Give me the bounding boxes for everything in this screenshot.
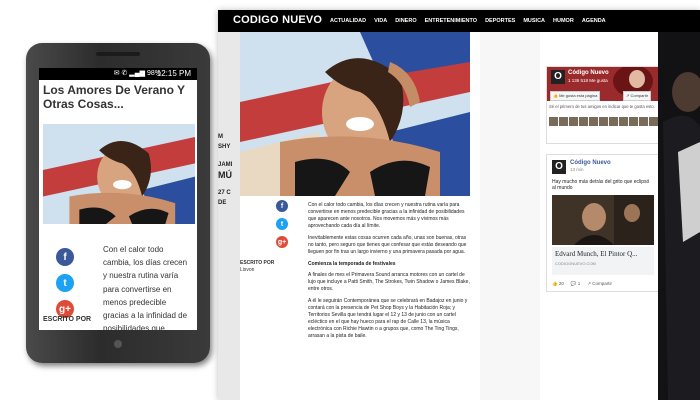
menu-item-deportes[interactable]: Deportes bbox=[485, 18, 515, 24]
sidebar: O Código Nuevo 1 136 518 Me gusta 👍 Me g… bbox=[540, 32, 660, 400]
avatar[interactable] bbox=[629, 117, 638, 126]
fb-share-button[interactable]: ↗ Compartir bbox=[623, 91, 652, 101]
phone-article-body: Con el calor todo cambia, los días crece… bbox=[103, 245, 188, 330]
author-byline: ESCRITO POR Lisvon bbox=[240, 260, 300, 274]
status-bar: ✉ ✆ ▂▄▆ 98% 12:15 PM bbox=[39, 68, 197, 80]
fb-page-logo[interactable]: O bbox=[551, 70, 565, 84]
like-count[interactable]: 👍 20 bbox=[552, 281, 564, 287]
fb-widget-header: O Código Nuevo 1 136 518 Me gusta 👍 Me g… bbox=[547, 67, 659, 101]
menu-item-actualidad[interactable]: ACTUALIDAD bbox=[330, 18, 366, 24]
byline-label: ESCRITO POR bbox=[240, 260, 275, 266]
article-column: f t g+ ESCRITO POR Lisvon Con el calor t… bbox=[240, 32, 480, 400]
avatar[interactable] bbox=[549, 117, 558, 126]
strip-text: M SHY JAMI MÚ 27 C DE bbox=[218, 134, 233, 206]
status-clock: 12:15 PM bbox=[156, 69, 191, 78]
avatar[interactable] bbox=[609, 117, 618, 126]
signal-icon: ✉ ✆ ▂▄▆ 98% bbox=[113, 70, 161, 77]
fb-like-button[interactable]: 👍 Me gusta esta página bbox=[550, 91, 601, 101]
top-navbar: CODIGO NUEVO ACTUALIDAD VIDA DINERO ENTR… bbox=[218, 10, 700, 32]
googleplus-share-icon[interactable]: g+ bbox=[276, 236, 288, 248]
post-author[interactable]: Código Nuevo bbox=[570, 160, 611, 166]
avatar[interactable] bbox=[559, 117, 568, 126]
twitter-share-icon[interactable]: t bbox=[276, 218, 288, 230]
phone-screen: ✉ ✆ ▂▄▆ 98% 12:15 PM Los Amores De Veran… bbox=[39, 68, 197, 330]
link-url: CODIGONUEVO.COM bbox=[555, 261, 596, 266]
avatar[interactable] bbox=[589, 117, 598, 126]
facebook-share-icon[interactable]: f bbox=[276, 200, 288, 212]
content-gutter bbox=[480, 32, 540, 400]
fb-friend-faces bbox=[549, 117, 658, 126]
section-heading: Comienza la temporada de festivales bbox=[308, 261, 396, 267]
post-time[interactable]: 13 min bbox=[570, 167, 584, 172]
paragraph: Inevitablemente estas cosas ocurren cada… bbox=[308, 235, 467, 255]
avatar[interactable] bbox=[649, 117, 658, 126]
paragraph: A él le seguirán Contemporánea que se ce… bbox=[308, 298, 468, 339]
link-title[interactable]: Edvard Munch, El Pintor Q... bbox=[555, 250, 637, 258]
menu-item-dinero[interactable]: DINERO bbox=[395, 18, 416, 24]
fb-post-card: O Código Nuevo 13 min Hay mucho más detr… bbox=[546, 154, 660, 292]
fb-page-likes: 1 136 518 Me gusta bbox=[568, 78, 608, 83]
post-stats: 👍 20 💬 1 ↗ Compartir bbox=[552, 281, 612, 287]
phone-article-image bbox=[43, 124, 195, 224]
article-body: Con el calor todo cambia, los días crece… bbox=[308, 202, 473, 345]
main-menu: ACTUALIDAD VIDA DINERO ENTRETENIMIENTO D… bbox=[330, 10, 606, 32]
avatar[interactable] bbox=[569, 117, 578, 126]
avatar[interactable] bbox=[619, 117, 628, 126]
article-hero-image bbox=[240, 32, 470, 196]
phone-byline-label: ESCRITO POR bbox=[43, 316, 92, 323]
phone-twitter-icon[interactable]: t bbox=[56, 274, 74, 292]
byline-author[interactable]: Lisvon bbox=[240, 267, 254, 273]
home-button[interactable] bbox=[114, 340, 122, 348]
menu-item-vida[interactable]: VIDA bbox=[374, 18, 387, 24]
menu-item-entretenimiento[interactable]: ENTRETENIMIENTO bbox=[425, 18, 477, 24]
site-logo[interactable]: CODIGO NUEVO bbox=[233, 14, 322, 26]
share-link[interactable]: ↗ Compartir bbox=[587, 281, 612, 287]
post-image[interactable] bbox=[552, 195, 654, 245]
post-avatar[interactable]: O bbox=[552, 160, 566, 174]
smartphone-frame: ✉ ✆ ▂▄▆ 98% 12:15 PM Los Amores De Veran… bbox=[26, 43, 210, 363]
previous-article-strip: M SHY JAMI MÚ 27 C DE bbox=[218, 32, 240, 400]
facebook-page-widget: O Código Nuevo 1 136 518 Me gusta 👍 Me g… bbox=[546, 66, 660, 144]
avatar[interactable] bbox=[579, 117, 588, 126]
avatar[interactable] bbox=[639, 117, 648, 126]
phone-facebook-icon[interactable]: f bbox=[56, 248, 74, 266]
avatar[interactable] bbox=[599, 117, 608, 126]
fb-friends-text: Sé el primero de tus amigos en indicar q… bbox=[549, 104, 655, 109]
post-text: Hay mucho más detrás del grito que eclip… bbox=[552, 179, 650, 191]
comment-count[interactable]: 💬 1 bbox=[571, 281, 580, 287]
phone-speaker bbox=[96, 52, 140, 56]
desktop-browser-view: CODIGO NUEVO ACTUALIDAD VIDA DINERO ENTR… bbox=[218, 10, 700, 400]
post-link-preview[interactable]: Edvard Munch, El Pintor Q... CODIGONUEVO… bbox=[552, 247, 654, 275]
menu-item-musica[interactable]: Musica bbox=[523, 18, 545, 24]
menu-item-humor[interactable]: Humor bbox=[553, 18, 574, 24]
fb-page-name[interactable]: Código Nuevo bbox=[568, 70, 609, 76]
paragraph: A finales de mes el Primavera Sound arra… bbox=[308, 272, 470, 292]
paragraph: Con el calor todo cambia, los días crece… bbox=[308, 202, 465, 229]
phone-article-title[interactable]: Los Amores De Verano Y Otras Cosas... bbox=[43, 83, 193, 111]
menu-item-agenda[interactable]: Agenda bbox=[582, 18, 606, 24]
background-photo-edge bbox=[658, 32, 700, 400]
